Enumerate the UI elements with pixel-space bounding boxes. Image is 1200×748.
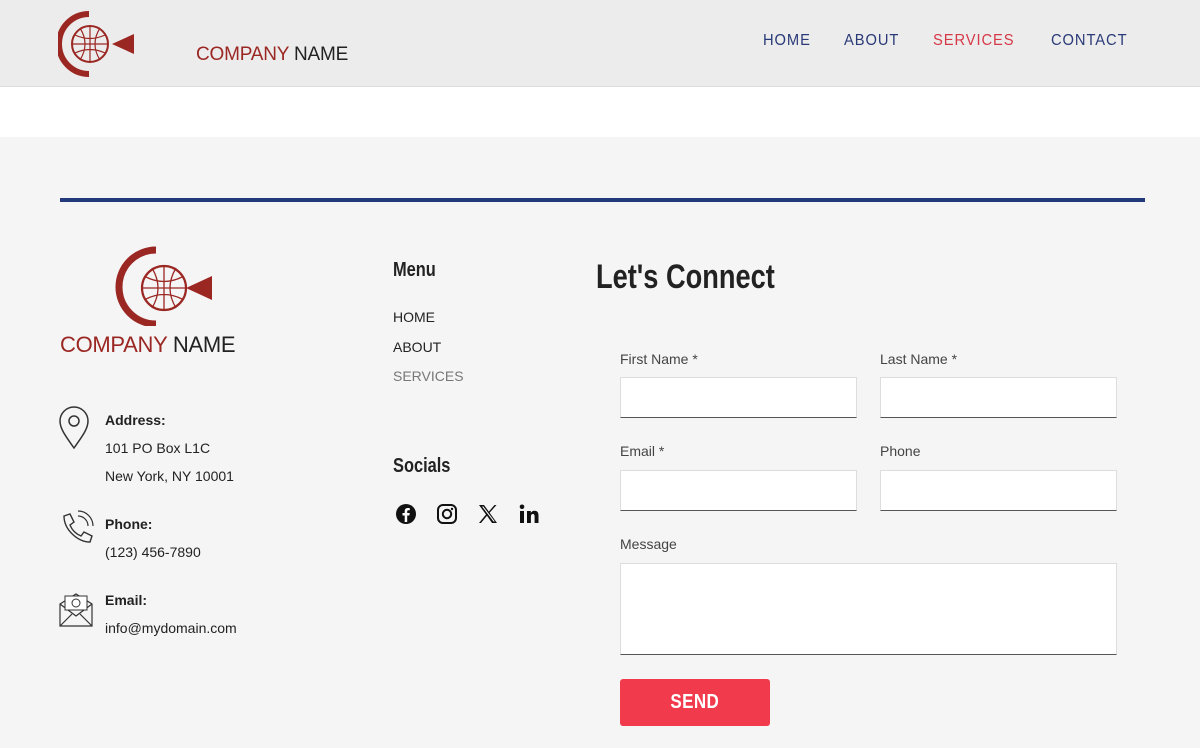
footer-menu-about[interactable]: ABOUT: [393, 339, 441, 355]
address-line2: New York, NY 10001: [105, 468, 234, 484]
form-title: Let's Connect: [596, 258, 775, 296]
phone-input[interactable]: [880, 470, 1117, 511]
last-name-label: Last Name *: [880, 351, 958, 367]
logo-emblem-icon: [56, 11, 134, 77]
send-button-label: SEND: [670, 691, 720, 713]
content-band: [0, 87, 1200, 137]
footer-logo-company-word: COMPANY: [60, 332, 168, 357]
first-name-input[interactable]: [620, 377, 857, 418]
nav-contact[interactable]: CONTACT: [1051, 32, 1127, 50]
footer-logo-text: COMPANY NAME: [60, 332, 236, 358]
main-nav: HOME ABOUT SERVICES CONTACT: [763, 32, 1134, 50]
socials-title: Socials: [393, 455, 451, 477]
footer-divider: [60, 198, 1145, 202]
company-logo[interactable]: COMPANY NAME: [56, 10, 348, 78]
footer-menu-services[interactable]: SERVICES: [393, 368, 464, 384]
message-label: Message: [620, 536, 677, 552]
send-button[interactable]: SEND: [620, 679, 770, 726]
email-label: Email:: [105, 592, 148, 608]
x-icon[interactable]: [476, 502, 500, 526]
nav-about[interactable]: ABOUT: [844, 32, 899, 50]
message-textarea[interactable]: [620, 563, 1117, 655]
envelope-icon: [59, 593, 93, 627]
nav-home[interactable]: HOME: [763, 32, 811, 50]
phone-field-label: Phone: [880, 443, 921, 459]
facebook-icon[interactable]: [394, 502, 418, 526]
phone-value[interactable]: (123) 456-7890: [105, 544, 201, 560]
phone-icon: [63, 510, 94, 543]
menu-title: Menu: [393, 259, 436, 281]
phone-label: Phone:: [105, 516, 153, 532]
logo-company-word: COMPANY: [196, 44, 289, 65]
email-input[interactable]: [620, 470, 857, 511]
address-line1: 101 PO Box L1C: [105, 440, 211, 456]
logo-name-word: NAME: [294, 44, 349, 65]
footer-menu-home[interactable]: HOME: [393, 309, 435, 325]
footer-logo-name-word: NAME: [172, 332, 236, 357]
email-value[interactable]: info@mydomain.com: [105, 620, 237, 636]
footer-logo-emblem-icon: [115, 246, 212, 328]
linkedin-icon[interactable]: [517, 502, 541, 526]
last-name-input[interactable]: [880, 377, 1117, 418]
logo-text: COMPANY NAME: [196, 44, 348, 66]
nav-services[interactable]: SERVICES: [933, 32, 1015, 50]
first-name-label: First Name *: [620, 351, 698, 367]
location-pin-icon: [59, 406, 89, 450]
instagram-icon[interactable]: [435, 502, 459, 526]
address-label: Address:: [105, 412, 166, 428]
site-header: COMPANY NAME HOME ABOUT SERVICES CONTACT: [0, 0, 1200, 87]
email-field-label: Email *: [620, 443, 665, 459]
